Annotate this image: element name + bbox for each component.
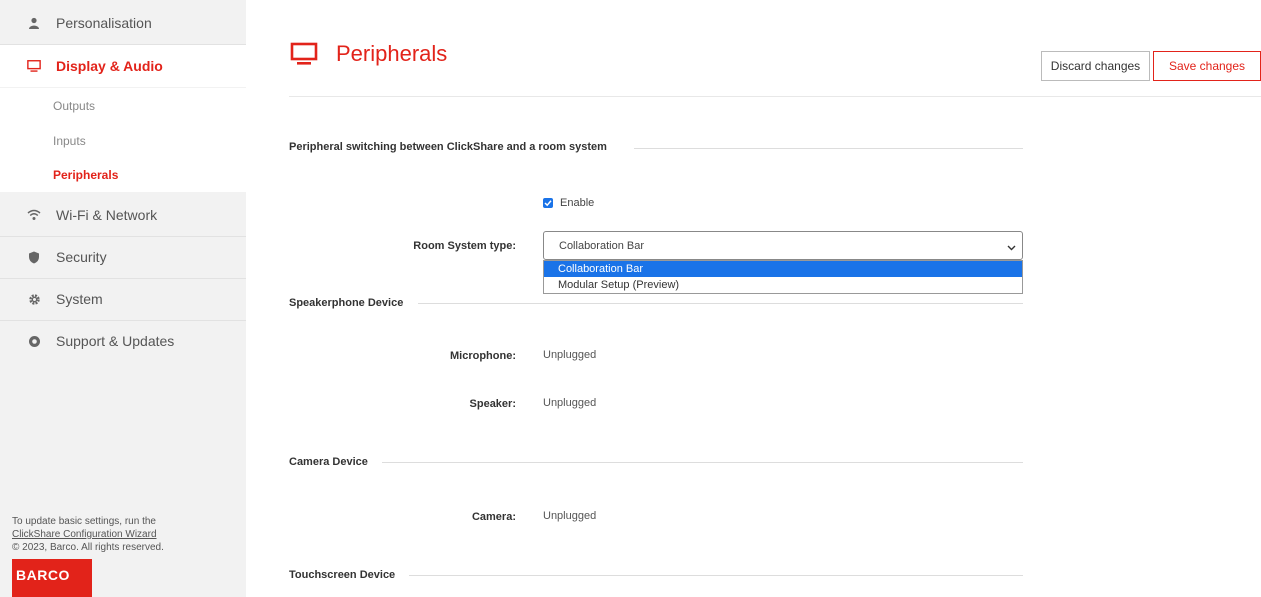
lifebuoy-icon — [27, 334, 41, 348]
sidebar-item-wifi-network[interactable]: Wi-Fi & Network — [0, 194, 246, 237]
room-system-type-select[interactable]: Collaboration Bar — [543, 231, 1023, 260]
section-divider — [418, 303, 1023, 304]
sidebar-item-personalisation[interactable]: Personalisation — [0, 2, 246, 45]
section-divider — [409, 575, 1023, 576]
sidebar-subitem-outputs[interactable]: Outputs — [53, 99, 95, 113]
sidebar-item-label: Security — [56, 249, 107, 265]
monitor-icon — [27, 59, 41, 73]
person-icon — [27, 16, 41, 30]
section-title-camera: Camera Device — [289, 456, 368, 468]
sidebar-item-label: Display & Audio — [56, 58, 163, 74]
enable-checkbox[interactable] — [543, 198, 553, 208]
enable-label: Enable — [560, 197, 595, 209]
header-divider — [289, 96, 1261, 97]
sidebar-item-security[interactable]: Security — [0, 236, 246, 279]
microphone-status: Unplugged — [543, 349, 597, 361]
camera-label: Camera: — [471, 511, 516, 523]
sidebar-item-label: System — [56, 291, 103, 307]
section-title-peripheral-switching: Peripheral switching between ClickShare … — [289, 141, 607, 153]
sidebar-item-support-updates[interactable]: Support & Updates — [0, 320, 246, 362]
barco-logo: BARCO — [12, 559, 92, 597]
sidebar-item-label: Wi-Fi & Network — [56, 207, 158, 223]
copyright-text: © 2023, Barco. All rights reserved. — [12, 542, 164, 553]
wifi-icon — [27, 208, 41, 222]
footer-link-row: ClickShare Configuration Wizard — [12, 529, 157, 541]
section-divider — [634, 148, 1023, 149]
room-system-type-value: Collaboration Bar — [559, 240, 644, 252]
sidebar-item-label: Support & Updates — [56, 333, 175, 349]
dropdown-option-modular-setup[interactable]: Modular Setup (Preview) — [544, 277, 1022, 293]
section-title-speakerphone: Speakerphone Device — [289, 297, 404, 309]
speaker-status: Unplugged — [543, 397, 597, 409]
configuration-wizard-link[interactable]: ClickShare Configuration Wizard — [12, 529, 157, 540]
sidebar-subitem-inputs[interactable]: Inputs — [53, 134, 86, 148]
gear-icon — [27, 292, 41, 306]
speaker-label: Speaker: — [469, 398, 516, 410]
room-system-type-label: Room System type: — [413, 240, 516, 252]
barco-logo-text: BARCO — [16, 567, 70, 583]
page-title: Peripherals — [336, 41, 448, 66]
section-divider — [382, 462, 1023, 463]
save-changes-button[interactable]: Save changes — [1153, 51, 1261, 81]
sidebar-subitem-peripherals[interactable]: Peripherals — [53, 168, 118, 182]
room-system-type-dropdown: Collaboration Bar Modular Setup (Preview… — [543, 260, 1023, 294]
sidebar-subnav: Outputs Inputs Peripherals — [0, 88, 246, 192]
sidebar-item-system[interactable]: System — [0, 278, 246, 321]
monitor-icon — [290, 42, 318, 71]
sidebar: Personalisation Display & Audio Outputs … — [0, 0, 246, 597]
chevron-down-icon — [1007, 242, 1016, 254]
discard-changes-button[interactable]: Discard changes — [1041, 51, 1150, 81]
sidebar-item-display-audio[interactable]: Display & Audio — [0, 45, 246, 87]
section-title-touchscreen: Touchscreen Device — [289, 569, 396, 581]
microphone-label: Microphone: — [450, 350, 516, 362]
camera-status: Unplugged — [543, 510, 597, 522]
sidebar-item-label: Personalisation — [56, 15, 152, 31]
shield-icon — [27, 250, 41, 264]
dropdown-option-collaboration-bar[interactable]: Collaboration Bar — [544, 261, 1022, 277]
footer-text: To update basic settings, run the — [12, 516, 156, 527]
